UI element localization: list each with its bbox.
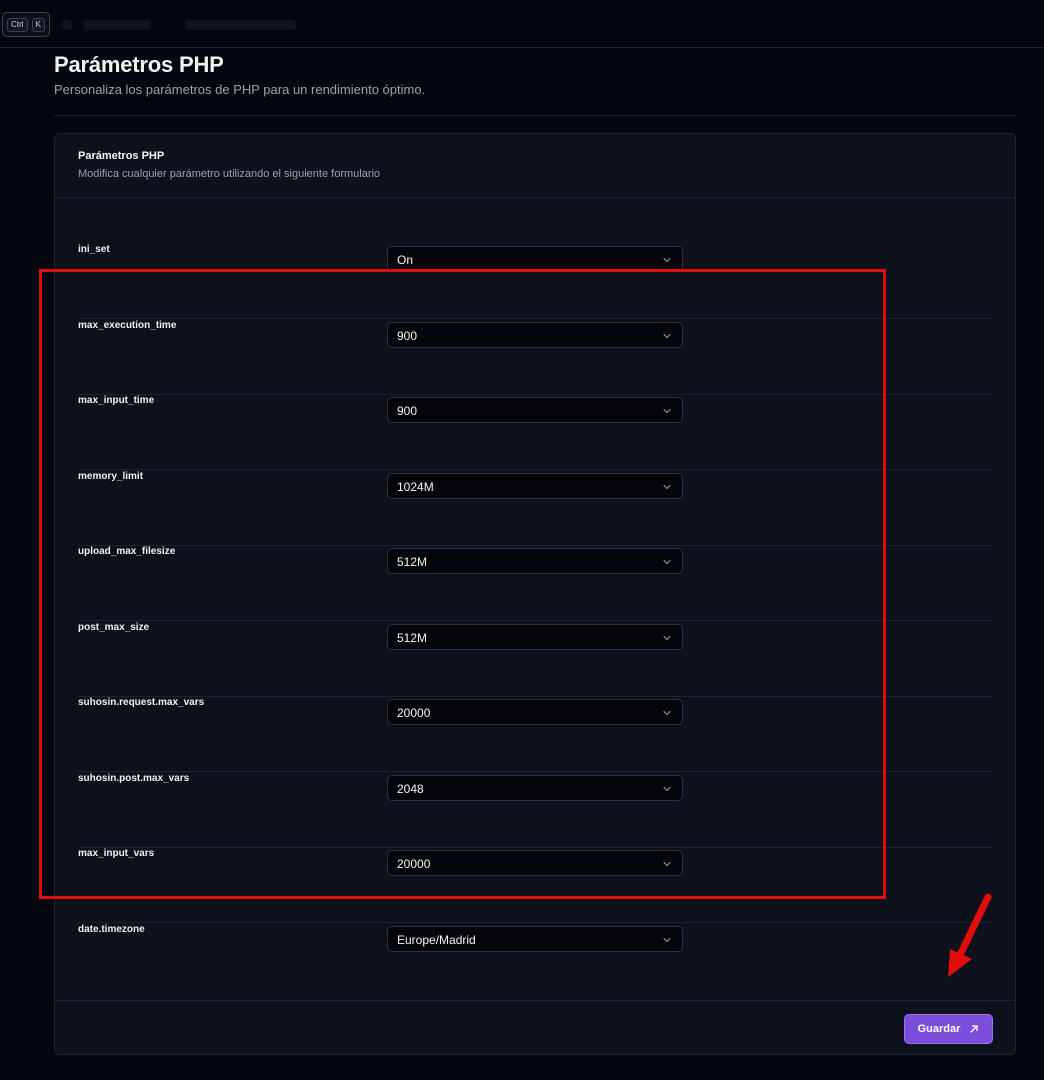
param-row: suhosin.request.max_vars 20000 xyxy=(78,697,992,772)
param-label: suhosin.post.max_vars xyxy=(78,772,190,784)
arrow-up-right-icon xyxy=(970,1025,979,1033)
param-row: ini_set On xyxy=(78,244,992,319)
param-select[interactable]: 2048 xyxy=(387,774,683,801)
ctrl-key: Ctrl xyxy=(7,17,28,32)
card-footer-divider xyxy=(55,1000,1015,1001)
param-select-value: 900 xyxy=(397,328,418,343)
save-button-label: Guardar xyxy=(917,1023,961,1035)
param-label: post_max_size xyxy=(78,621,150,633)
chevron-down-icon xyxy=(661,782,673,794)
param-select-value: 20000 xyxy=(397,857,431,871)
save-button[interactable]: Guardar xyxy=(904,1014,993,1044)
param-select[interactable]: 1024M xyxy=(387,472,683,499)
top-bar: Ctrl K xyxy=(0,0,1044,48)
param-select[interactable]: 20000 xyxy=(387,699,683,725)
param-select[interactable]: 20000 xyxy=(387,850,683,876)
command-palette-shortcut[interactable]: Ctrl K xyxy=(2,12,50,37)
param-label: suhosin.request.max_vars xyxy=(78,697,205,708)
divider xyxy=(54,115,1016,116)
param-row: memory_limit 1024M xyxy=(78,471,992,546)
param-select[interactable]: 512M xyxy=(387,548,683,574)
param-label: date.timezone xyxy=(78,923,145,935)
chevron-down-icon xyxy=(661,329,673,341)
breadcrumb-icon xyxy=(62,20,72,30)
param-select-value: 2048 xyxy=(397,781,424,796)
card-title: Parámetros PHP xyxy=(78,150,165,162)
param-select-value: 1024M xyxy=(397,479,434,494)
param-row: max_input_vars 20000 xyxy=(78,848,992,923)
param-select-value: 512M xyxy=(397,630,428,645)
param-row: max_input_time 900 xyxy=(78,395,992,470)
chevron-down-icon xyxy=(661,253,673,265)
param-select-value: On xyxy=(397,253,414,267)
param-row: date.timezone Europe/Madrid xyxy=(78,924,992,999)
param-select-value: 20000 xyxy=(397,706,431,720)
chevron-down-icon xyxy=(661,857,673,869)
chevron-down-icon xyxy=(661,555,673,567)
chevron-down-icon xyxy=(661,631,673,643)
page-title: Parámetros PHP xyxy=(54,52,224,77)
param-row: suhosin.post.max_vars 2048 xyxy=(78,773,992,848)
param-label: max_execution_time xyxy=(78,319,177,331)
param-row: post_max_size 512M xyxy=(78,622,992,697)
breadcrumb-blurred xyxy=(84,20,150,30)
param-select[interactable]: 900 xyxy=(387,397,683,423)
k-key: K xyxy=(31,17,45,32)
param-select-value: 512M xyxy=(397,555,428,569)
param-label: max_input_time xyxy=(78,395,155,406)
chevron-down-icon xyxy=(661,706,673,718)
php-params-card: Parámetros PHP Modifica cualquier paráme… xyxy=(54,133,1016,1055)
param-row: max_execution_time 900 xyxy=(78,320,992,395)
breadcrumb-blurred xyxy=(186,20,296,30)
param-select[interactable]: Europe/Madrid xyxy=(387,925,683,952)
param-label: max_input_vars xyxy=(78,848,155,859)
param-label: memory_limit xyxy=(78,470,144,482)
chevron-down-icon xyxy=(661,404,673,416)
chevron-down-icon xyxy=(661,933,673,945)
param-select[interactable]: On xyxy=(387,246,683,272)
card-header: Parámetros PHP Modifica cualquier paráme… xyxy=(55,134,1015,198)
param-select-value: Europe/Madrid xyxy=(397,932,476,947)
card-description: Modifica cualquier parámetro utilizando … xyxy=(78,168,381,180)
page-subtitle: Personaliza los parámetros de PHP para u… xyxy=(54,82,426,97)
param-row: upload_max_filesize 512M xyxy=(78,546,992,621)
param-select[interactable]: 900 xyxy=(387,321,683,348)
chevron-down-icon xyxy=(661,480,673,492)
param-label: ini_set xyxy=(78,244,110,255)
param-select-value: 900 xyxy=(397,404,418,418)
param-label: upload_max_filesize xyxy=(78,546,176,557)
param-select[interactable]: 512M xyxy=(387,623,683,650)
